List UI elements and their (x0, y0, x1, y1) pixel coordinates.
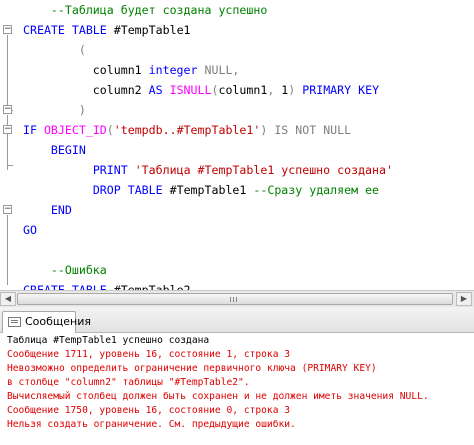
code-token: #TempTable2 (106, 283, 191, 290)
outline-bar (7, 135, 8, 165)
message-line: Сообщение 1711, уровень 16, состояние 1,… (7, 349, 291, 360)
scroll-right-button[interactable]: ▶ (456, 292, 472, 306)
code-line: CREATE TABLE #TempTable1 (23, 20, 191, 40)
code-token: 'Таблица #TempTable1 успешно создана' (134, 163, 393, 177)
code-line: IF OBJECT_ID('tempdb..#TempTable1') IS N… (23, 120, 351, 140)
code-token: column1 (23, 63, 149, 77)
collapse-toggle-if-block[interactable]: − (3, 105, 12, 114)
code-token: #TempTable1 (162, 183, 254, 197)
scroll-left-button[interactable]: ◀ (0, 292, 16, 306)
horizontal-scrollbar[interactable]: ◀ ▶ (0, 290, 474, 307)
collapse-toggle-create-table-2[interactable]: − (3, 205, 12, 214)
code-token: ) (78, 103, 86, 117)
message-line: Вычисляемый столбец должен быть сохранен… (7, 391, 429, 402)
code-token: CREATE TABLE (23, 283, 107, 290)
code-line: DROP TABLE #TempTable1 --Сразу удаляем е… (23, 180, 379, 200)
outline-bar (7, 215, 8, 285)
code-token: DROP TABLE (92, 183, 163, 197)
messages-pane[interactable]: Таблица #TempTable1 успешно создана Сообщ… (0, 333, 474, 445)
code-line: BEGIN (23, 140, 86, 160)
code-token: --Сразу удаляем ее (253, 183, 380, 197)
code-token: --Ошибка (50, 263, 107, 277)
code-token: 'tempdb..#TempTable1' (113, 123, 261, 137)
message-line: Невозможно определить ограничение первич… (7, 363, 377, 374)
code-token: column1 (218, 83, 268, 97)
code-line: END (23, 200, 72, 220)
code-token: OBJECT_ID (43, 123, 107, 137)
code-token: GO (23, 223, 37, 237)
code-token: AS (148, 83, 163, 97)
code-token: integer (148, 63, 198, 77)
grip-line (233, 297, 234, 302)
message-line: Нельзя создать ограничение. См. предыдущ… (7, 419, 296, 430)
grip-line (230, 297, 231, 302)
grip-line (236, 297, 237, 302)
arrow-left-icon: ◀ (4, 294, 12, 303)
outline-bar (7, 35, 8, 110)
collapse-toggle-create-table-1[interactable]: − (3, 25, 12, 34)
code-token: --Таблица будет создана успешно (50, 3, 268, 17)
sql-editor[interactable]: − − − − --Таблица будет создана успешно C… (0, 0, 474, 290)
message-line: Таблица #TempTable1 успешно создана (7, 335, 210, 346)
code-line: CREATE TABLE #TempTable2 (23, 280, 191, 290)
code-token: CREATE TABLE (23, 23, 107, 37)
code-token: #TempTable1 (106, 23, 191, 37)
code-token: column2 (23, 83, 149, 97)
outline-end-tick (7, 165, 13, 166)
message-line: в столбце "column2" таблицы "#TempTable2… (7, 377, 250, 388)
code-token: 1 (274, 83, 289, 97)
code-token: PRINT (92, 163, 128, 177)
code-line: --Ошибка (23, 260, 107, 280)
arrow-right-icon: ▶ (460, 294, 468, 303)
tab-messages[interactable]: Сообщения (2, 311, 91, 333)
code-token: NULL, (204, 63, 240, 77)
code-token: BEGIN (50, 143, 86, 157)
code-token: IS NOT NULL (274, 123, 352, 137)
code-line: column2 AS ISNULL(column1, 1) PRIMARY KE… (23, 80, 379, 100)
code-token: PRIMARY KEY (302, 83, 380, 97)
code-token: ( (106, 123, 114, 137)
code-line: ) (23, 100, 86, 120)
sql-query-window: − − − − --Таблица будет создана успешно C… (0, 0, 474, 445)
code-token: IF (23, 123, 37, 137)
collapse-toggle-begin-block[interactable]: − (3, 125, 12, 134)
code-token: ISNULL (169, 83, 212, 97)
scrollbar-thumb[interactable] (17, 293, 453, 305)
message-line: Сообщение 1750, уровень 16, состояние 0,… (7, 405, 291, 416)
messages-icon (8, 317, 21, 327)
code-line: GO (23, 220, 37, 240)
code-line: column1 integer NULL, (23, 60, 240, 80)
code-line: --Таблица будет создана успешно (23, 0, 267, 20)
tab-messages-label: Сообщения (25, 315, 92, 328)
code-line: PRINT 'Таблица #TempTable1 успешно созда… (23, 160, 393, 180)
results-tab-strip: Сообщения (0, 307, 474, 333)
code-token: ( (78, 43, 86, 57)
code-token: END (50, 203, 72, 217)
code-line: ( (23, 40, 86, 60)
